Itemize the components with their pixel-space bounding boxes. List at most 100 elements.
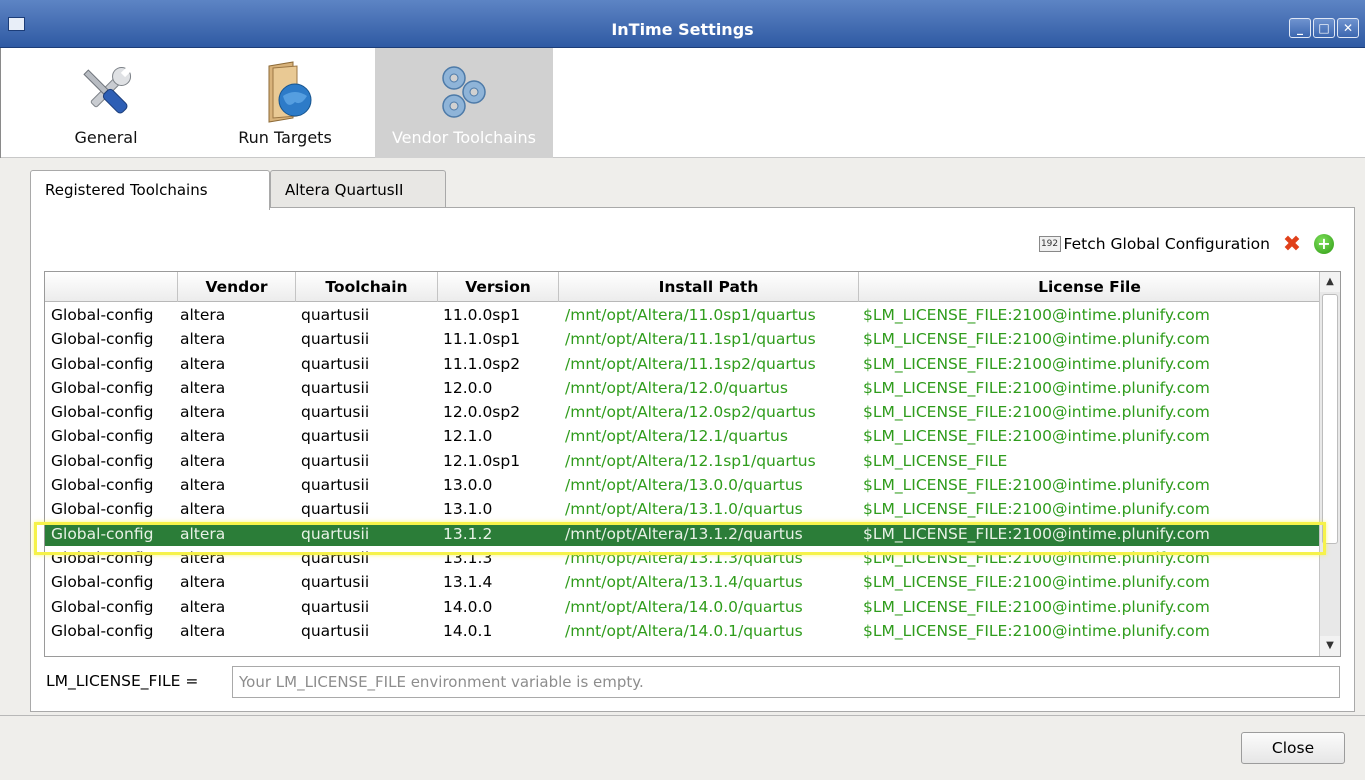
- table-cell: 12.0.0sp2: [443, 403, 521, 422]
- table-row[interactable]: Global-config altera quartusii 12.0.0sp2/mn…: [45, 400, 1320, 424]
- table-row[interactable]: Global-config altera quartusii 13.1.0/mnt/o…: [45, 497, 1320, 521]
- table-row[interactable]: Global-config altera quartusii 12.0.0/mnt/o…: [45, 376, 1320, 400]
- column-header-install-path[interactable]: Install Path: [559, 272, 859, 302]
- table-cell: 12.1.0sp1: [443, 451, 521, 470]
- maximize-button[interactable]: □: [1313, 18, 1335, 38]
- scroll-down-icon[interactable]: ▼: [1320, 636, 1340, 656]
- add-icon[interactable]: +: [1314, 234, 1334, 254]
- vertical-scrollbar[interactable]: ▲ ▼: [1319, 272, 1340, 656]
- table-cell: /mnt/opt/Altera/12.0sp2/quartus: [565, 403, 816, 422]
- table-cell: altera: [180, 378, 226, 397]
- table-cell: quartusii: [301, 597, 370, 616]
- settings-toolbar: General Run Targets Vendor Toolchains: [0, 48, 1365, 158]
- table-body: Global-config altera quartusii 11.0.0sp1/mn…: [45, 303, 1320, 643]
- table-cell: quartusii: [301, 548, 370, 567]
- table-cell: Global-config: [51, 597, 154, 616]
- table-cell: 12.0.0: [443, 378, 493, 397]
- table-row[interactable]: Global-config altera quartusii 14.0.0/mnt/o…: [45, 595, 1320, 619]
- close-window-button[interactable]: ✕: [1337, 18, 1359, 38]
- table-cell: $LM_LICENSE_FILE:2100@intime.plunify.com: [863, 354, 1210, 373]
- column-header-toolchain[interactable]: Toolchain: [296, 272, 438, 302]
- registered-toolchains-panel: 192 Fetch Global Configuration ✖ + Vendo…: [30, 207, 1355, 712]
- table-cell: $LM_LICENSE_FILE:2100@intime.plunify.com: [863, 524, 1210, 543]
- network-icon: 192: [1038, 236, 1061, 252]
- table-cell: altera: [180, 451, 226, 470]
- table-row[interactable]: Global-config altera quartusii 13.1.3/mnt/o…: [45, 546, 1320, 570]
- table-row[interactable]: Global-config altera quartusii 12.1.0sp1/mn…: [45, 449, 1320, 473]
- table-cell: 11.0.0sp1: [443, 306, 521, 324]
- table-cell: altera: [180, 500, 226, 519]
- toolbar-item-run-targets[interactable]: Run Targets: [222, 48, 348, 158]
- table-cell: /mnt/opt/Altera/13.0.0/quartus: [565, 476, 803, 495]
- table-cell: /mnt/opt/Altera/14.0.1/quartus: [565, 621, 803, 640]
- table-cell: $LM_LICENSE_FILE:2100@intime.plunify.com: [863, 573, 1210, 592]
- wrench-screwdriver-icon: [83, 66, 132, 114]
- close-button[interactable]: Close: [1241, 732, 1345, 764]
- table-cell: quartusii: [301, 476, 370, 495]
- title-bar: InTime Settings _ □ ✕: [0, 0, 1365, 48]
- window-controls: _ □ ✕: [1289, 18, 1359, 38]
- table-cell: $LM_LICENSE_FILE:2100@intime.plunify.com: [863, 500, 1210, 519]
- table-cell: $LM_LICENSE_FILE:2100@intime.plunify.com: [863, 621, 1210, 640]
- table-cell: quartusii: [301, 621, 370, 640]
- toolbar-item-general[interactable]: General: [58, 48, 154, 158]
- scroll-up-icon[interactable]: ▲: [1320, 272, 1340, 292]
- table-cell: altera: [180, 573, 226, 592]
- table-cell: $LM_LICENSE_FILE:2100@intime.plunify.com: [863, 427, 1210, 446]
- table-row[interactable]: Global-config altera quartusii 11.1.0sp1/mn…: [45, 327, 1320, 351]
- table-cell: Global-config: [51, 330, 154, 349]
- table-cell: $LM_LICENSE_FILE:2100@intime.plunify.com: [863, 306, 1210, 324]
- toolchains-table: Vendor Toolchain Version Install Path Li…: [44, 271, 1341, 657]
- table-cell: altera: [180, 524, 226, 543]
- minimize-button[interactable]: _: [1289, 18, 1311, 38]
- table-cell: /mnt/opt/Altera/13.1.2/quartus: [565, 524, 803, 543]
- table-cell: 11.1.0sp2: [443, 354, 521, 373]
- table-cell: Global-config: [51, 354, 154, 373]
- table-cell: altera: [180, 427, 226, 446]
- fetch-global-configuration-button[interactable]: 192 Fetch Global Configuration: [1038, 235, 1270, 253]
- table-cell: Global-config: [51, 427, 154, 446]
- column-header-vendor[interactable]: Vendor: [178, 272, 296, 302]
- table-cell: 14.0.0: [443, 597, 493, 616]
- table-cell: 13.1.0: [443, 500, 493, 519]
- table-cell: Global-config: [51, 403, 154, 422]
- table-cell: 13.1.2: [443, 524, 493, 543]
- table-cell: Global-config: [51, 548, 154, 567]
- table-cell: altera: [180, 548, 226, 567]
- table-cell: quartusii: [301, 330, 370, 349]
- toolbar-item-vendor-toolchains[interactable]: Vendor Toolchains: [375, 48, 553, 158]
- table-row[interactable]: Global-config altera quartusii 13.1.4/mnt/o…: [45, 570, 1320, 594]
- table-cell: Global-config: [51, 451, 154, 470]
- table-cell: /mnt/opt/Altera/11.0sp1/quartus: [565, 306, 816, 324]
- table-cell: altera: [180, 354, 226, 373]
- table-cell: Global-config: [51, 621, 154, 640]
- tab-registered-toolchains[interactable]: Registered Toolchains: [30, 170, 270, 210]
- table-cell: /mnt/opt/Altera/13.1.3/quartus: [565, 548, 803, 567]
- lm-license-input[interactable]: [232, 666, 1340, 698]
- table-row[interactable]: Global-config altera quartusii 14.0.1/mnt/o…: [45, 619, 1320, 643]
- table-cell: /mnt/opt/Altera/12.1/quartus: [565, 427, 788, 446]
- table-cell: quartusii: [301, 403, 370, 422]
- table-cell: 14.0.1: [443, 621, 493, 640]
- column-header-license-file[interactable]: License File: [859, 272, 1320, 302]
- table-row[interactable]: Global-config altera quartusii 12.1.0/mnt/o…: [45, 424, 1320, 448]
- tab-altera-quartusii[interactable]: Altera QuartusII: [270, 170, 446, 208]
- table-cell: altera: [180, 621, 226, 640]
- table-cell: quartusii: [301, 354, 370, 373]
- column-header-source[interactable]: [45, 272, 178, 302]
- table-cell: quartusii: [301, 524, 370, 543]
- table-cell: /mnt/opt/Altera/13.1.4/quartus: [565, 573, 803, 592]
- table-row[interactable]: Global-config altera quartusii 13.1.2/mnt/o…: [45, 521, 1320, 546]
- table-cell: $LM_LICENSE_FILE:2100@intime.plunify.com: [863, 476, 1210, 495]
- column-header-version[interactable]: Version: [438, 272, 559, 302]
- table-row[interactable]: Global-config altera quartusii 11.1.0sp2/mn…: [45, 352, 1320, 376]
- table-cell: altera: [180, 597, 226, 616]
- table-row[interactable]: Global-config altera quartusii 11.0.0sp1/mn…: [45, 303, 1320, 327]
- table-row[interactable]: Global-config altera quartusii 13.0.0/mnt/o…: [45, 473, 1320, 497]
- table-cell: quartusii: [301, 573, 370, 592]
- table-cell: $LM_LICENSE_FILE:2100@intime.plunify.com: [863, 403, 1210, 422]
- scrollbar-thumb[interactable]: [1322, 294, 1338, 544]
- table-cell: 12.1.0: [443, 427, 493, 446]
- delete-icon[interactable]: ✖: [1280, 232, 1304, 257]
- window-title: InTime Settings: [611, 20, 754, 39]
